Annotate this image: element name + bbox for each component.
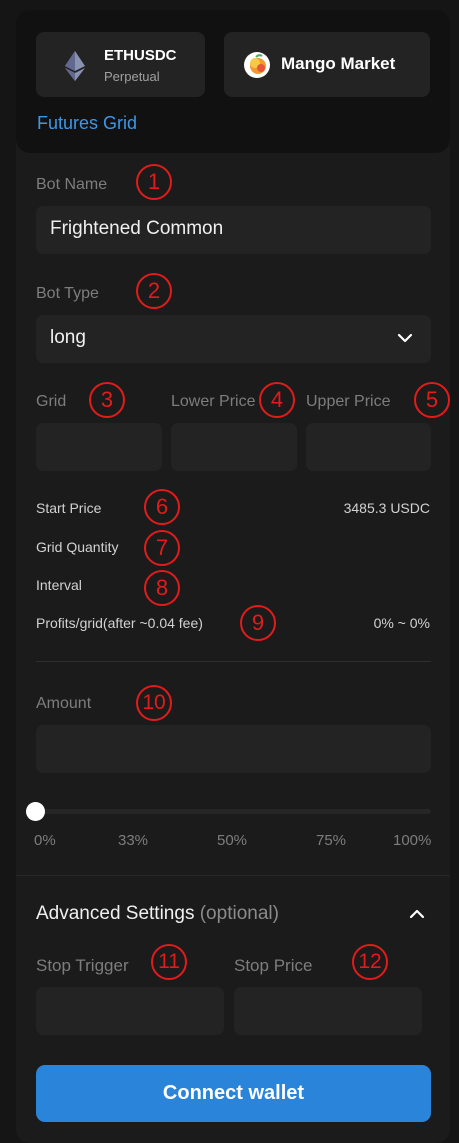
- grid-label: Grid: [36, 393, 67, 410]
- bot-name-label: Bot Name: [36, 176, 108, 193]
- advanced-settings-title: Advanced Settings: [36, 903, 195, 924]
- annotation-7: 7: [144, 530, 180, 566]
- annotation-4: 4: [259, 382, 295, 418]
- annotation-8: 8: [144, 570, 180, 606]
- strategy-link[interactable]: Futures Grid: [37, 113, 137, 134]
- annotation-2: 2: [136, 273, 172, 309]
- annotation-6: 6: [144, 489, 180, 525]
- annotation-11: 11: [151, 944, 187, 980]
- annotation-1: 1: [136, 164, 172, 200]
- grid-quantity-label: Grid Quantity: [36, 539, 119, 555]
- stop-trigger-input[interactable]: [36, 987, 224, 1035]
- chevron-down-icon: [397, 333, 413, 343]
- market-selector[interactable]: ETHUSDC Perpetual: [36, 32, 205, 97]
- start-price-value: 3485.3 USDC: [343, 500, 430, 516]
- stop-trigger-label: Stop Trigger: [36, 956, 129, 975]
- annotation-10: 10: [136, 685, 172, 721]
- lower-price-label: Lower Price: [171, 393, 256, 410]
- annotation-5: 5: [414, 382, 450, 418]
- upper-price-input[interactable]: [306, 423, 431, 471]
- stop-price-label: Stop Price: [234, 956, 313, 975]
- profits-per-grid-label: Profits/grid(after ~0.04 fee): [36, 615, 203, 631]
- connect-wallet-button[interactable]: Connect wallet: [36, 1065, 431, 1122]
- advanced-settings-toggle[interactable]: Advanced Settings (optional): [36, 903, 279, 925]
- upper-price-label: Upper Price: [306, 393, 391, 410]
- annotation-9: 9: [240, 605, 276, 641]
- amount-slider-track[interactable]: [36, 809, 431, 814]
- amount-label: Amount: [36, 695, 92, 712]
- exchange-selector[interactable]: Mango Market: [224, 32, 430, 97]
- bot-type-select[interactable]: long: [36, 315, 431, 363]
- interval-label: Interval: [36, 577, 82, 593]
- profits-per-grid-value: 0% ~ 0%: [373, 615, 430, 631]
- exchange-name: Mango Market: [281, 54, 396, 73]
- annotation-3: 3: [89, 382, 125, 418]
- stop-price-input[interactable]: [234, 987, 422, 1035]
- start-price-label: Start Price: [36, 500, 102, 516]
- bot-name-value: Frightened Common: [50, 218, 224, 239]
- bot-type-label: Bot Type: [36, 285, 99, 302]
- lower-price-input[interactable]: [171, 423, 297, 471]
- slider-mark-100[interactable]: 100%: [393, 832, 431, 849]
- section-divider: [36, 661, 431, 662]
- slider-mark-75[interactable]: 75%: [316, 832, 346, 849]
- chevron-up-icon[interactable]: [409, 908, 425, 920]
- bot-name-input[interactable]: Frightened Common: [36, 206, 431, 254]
- amount-input[interactable]: [36, 725, 431, 773]
- ethereum-icon: [65, 51, 85, 81]
- mango-icon: [244, 52, 270, 78]
- slider-mark-33[interactable]: 33%: [118, 832, 148, 849]
- advanced-settings-optional: (optional): [199, 903, 279, 924]
- advanced-divider: [16, 875, 450, 876]
- market-type: Perpetual: [104, 69, 160, 84]
- grid-input[interactable]: [36, 423, 162, 471]
- slider-mark-50[interactable]: 50%: [217, 832, 247, 849]
- amount-slider-thumb[interactable]: [26, 802, 45, 821]
- slider-mark-0[interactable]: 0%: [34, 832, 56, 849]
- market-pair: ETHUSDC: [104, 47, 177, 64]
- annotation-12: 12: [352, 944, 388, 980]
- bot-type-value: long: [50, 327, 86, 348]
